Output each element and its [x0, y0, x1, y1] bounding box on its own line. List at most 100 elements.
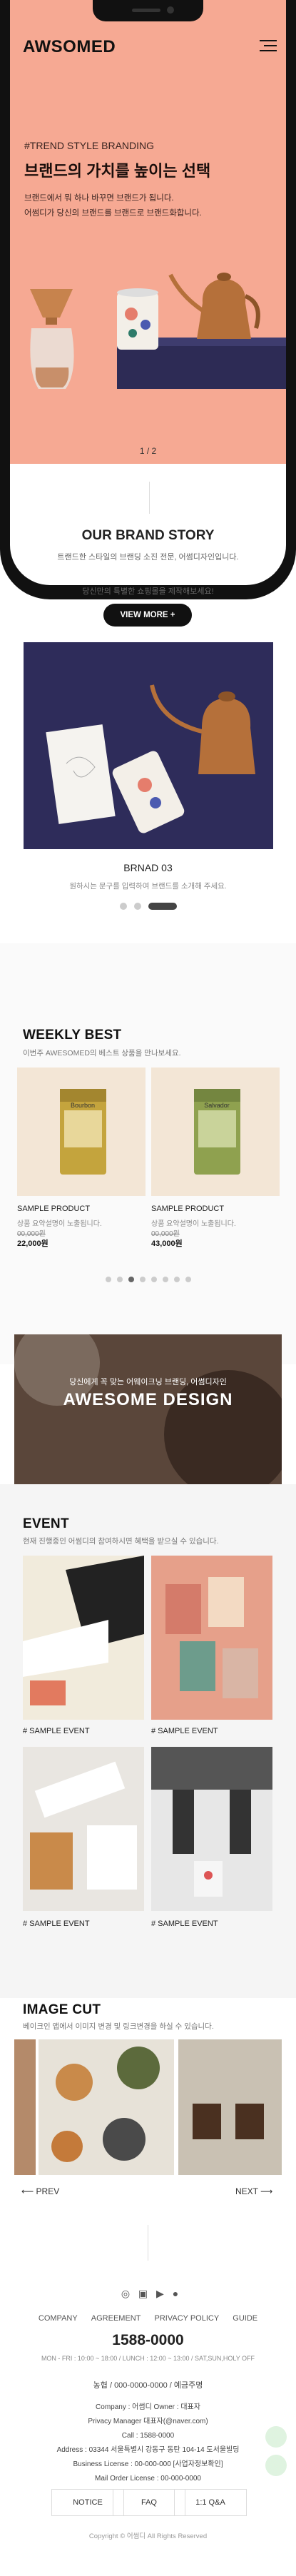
- event-packs-image: [165, 1577, 258, 1698]
- hero-description: 브랜드에서 뭐 하나 바꾸면 브랜드가 됩니다. 어썸디가 당신의 브랜드를 브…: [24, 191, 202, 221]
- qna-button[interactable]: 1:1 Q&A: [174, 2489, 247, 2516]
- dot-active[interactable]: [128, 1277, 134, 1282]
- footer-link-company[interactable]: COMPANY: [39, 2314, 78, 2323]
- gallery-cups-image: [193, 2104, 264, 2139]
- brand-slide-dots[interactable]: [0, 901, 296, 913]
- dot-active[interactable]: [148, 903, 177, 910]
- image-cut-subtitle: 베이크인 앱에서 이미지 변경 및 링크변경을 하실 수 있습니다.: [23, 2022, 214, 2031]
- brand-story-title: OUR BRAND STORY: [81, 528, 215, 543]
- gallery-pastries-image: [51, 2047, 160, 2162]
- view-more-button[interactable]: VIEW MORE +: [103, 604, 192, 627]
- brand-slide-title: BRNAD 03: [123, 862, 173, 873]
- product-price: 43,000원: [151, 1239, 183, 1248]
- banner-subtitle: 당신에게 꼭 맞는 어웨이크닝 브랜딩, 어썸디자인: [69, 1378, 227, 1386]
- product-desc: 상품 요약설명이 노출됩니다.: [151, 1220, 236, 1228]
- product-pkg-label: Salvador: [204, 1102, 230, 1109]
- event-poster-image: [23, 1556, 144, 1705]
- scroll-top-button[interactable]: [265, 2426, 287, 2448]
- product-pkg-label: Bourbon: [71, 1102, 95, 1109]
- product-name[interactable]: SAMPLE PRODUCT: [17, 1205, 90, 1213]
- hero-pager: 1 / 2: [139, 446, 157, 456]
- dot[interactable]: [185, 1277, 191, 1282]
- footer-privacy: Privacy Manager 대표자(@naver.com): [88, 2418, 208, 2425]
- dot[interactable]: [116, 1277, 123, 1282]
- hamburger-menu-icon[interactable]: [260, 40, 277, 51]
- footer-hours: MON - FRI : 10:00 ~ 18:00 / LUNCH : 12:0…: [41, 2355, 255, 2362]
- facebook-icon[interactable]: ▣: [138, 2288, 148, 2299]
- coffee-bag-icon: Salvador: [194, 1089, 240, 1175]
- gallery-prev-link[interactable]: ⟵ PREV: [21, 2186, 59, 2196]
- dot[interactable]: [133, 903, 141, 910]
- gallery-image[interactable]: [14, 2039, 36, 2175]
- social-icons: ◎ ▣ ▶ ●: [103, 2288, 196, 2300]
- hero-title: 브랜드의 가치를 높이는 선택: [24, 162, 211, 180]
- weekly-best-dots[interactable]: [0, 1273, 296, 1286]
- divider: [149, 482, 150, 514]
- banner-title: AWESOME DESIGN: [63, 1390, 233, 1409]
- footer-bank: 농협 / 000-0000-0000 / 예금주명: [93, 2381, 203, 2390]
- arrow-left-icon: ⟵: [21, 2186, 36, 2196]
- copyright: Copyright © 어썸디 All Rights Reserved: [88, 2532, 208, 2540]
- coffee-bag-icon: Bourbon: [60, 1089, 106, 1175]
- footer-phone: 1588-0000: [112, 2332, 184, 2348]
- dot[interactable]: [139, 1277, 146, 1282]
- phone-screen: AWSOMED #TREND STYLE BRANDING 브랜드의 가치를 높…: [10, 0, 286, 585]
- product-image[interactable]: Bourbon: [17, 1068, 146, 1196]
- product-old-price: 00,000원: [151, 1230, 180, 1238]
- event-label[interactable]: # SAMPLE EVENT: [151, 1727, 218, 1735]
- event-coffee-machine-image: [151, 1747, 272, 1897]
- gallery-next-link[interactable]: NEXT ⟶: [235, 2186, 272, 2196]
- product-old-price: 00,000원: [17, 1230, 46, 1238]
- youtube-icon[interactable]: ▶: [156, 2288, 164, 2299]
- weekly-best-subtitle: 이번주 AWESOMED의 베스트 상품을 만나보세요.: [23, 1049, 181, 1058]
- event-image[interactable]: [23, 1556, 144, 1720]
- hero-banner[interactable]: AWSOMED #TREND STYLE BRANDING 브랜드의 가치를 높…: [10, 0, 286, 464]
- event-title: EVENT: [23, 1516, 69, 1531]
- chat-button[interactable]: [265, 2455, 287, 2476]
- hero-desc-line1: 브랜드에서 뭐 하나 바꾸면 브랜드가 됩니다.: [24, 194, 174, 203]
- event-label[interactable]: # SAMPLE EVENT: [23, 1920, 90, 1928]
- event-image[interactable]: [23, 1747, 144, 1911]
- event-label[interactable]: # SAMPLE EVENT: [23, 1727, 90, 1735]
- event-boxes-image: [30, 1761, 137, 1890]
- dot[interactable]: [173, 1277, 180, 1282]
- product-image[interactable]: Salvador: [151, 1068, 280, 1196]
- footer-mail: Mail Order License : 00-000-0000: [95, 2475, 201, 2483]
- footer-link-guide[interactable]: GUIDE: [233, 2314, 257, 2323]
- site-logo[interactable]: AWSOMED: [23, 37, 116, 57]
- footer-menu: COMPANY AGREEMENT PRIVACY POLICY GUIDE: [0, 2314, 296, 2323]
- footer-info: Company : 어썸디 Owner : 대표자 Privacy Manage…: [0, 2400, 296, 2486]
- prev-label: PREV: [36, 2186, 60, 2196]
- brand-slide-image[interactable]: [24, 642, 273, 849]
- footer-link-privacy[interactable]: PRIVACY POLICY: [155, 2314, 220, 2323]
- event-label[interactable]: # SAMPLE EVENT: [151, 1920, 218, 1928]
- phone-frame: AWSOMED #TREND STYLE BRANDING 브랜드의 가치를 높…: [0, 0, 296, 599]
- footer-address: Address : 03344 서울특별시 강동구 동탄 104-14 도서울빌…: [56, 2446, 240, 2454]
- hero-coffee-illustration: [30, 273, 286, 389]
- next-label: NEXT: [235, 2186, 258, 2196]
- hero-tag: #TREND STYLE BRANDING: [24, 140, 155, 151]
- brand-slide-desc: 원하시는 문구를 입력하여 브랜드를 소개해 주세요.: [69, 882, 227, 891]
- product-desc: 상품 요약설명이 노출됩니다.: [17, 1220, 102, 1228]
- footer-link-agreement[interactable]: AGREEMENT: [91, 2314, 141, 2323]
- product-name[interactable]: SAMPLE PRODUCT: [151, 1205, 224, 1213]
- dot[interactable]: [162, 1277, 168, 1282]
- arrow-right-icon: ⟶: [257, 2186, 273, 2196]
- event-image[interactable]: [151, 1747, 272, 1911]
- image-cut-title: IMAGE CUT: [23, 2002, 101, 2017]
- product-price: 22,000원: [17, 1239, 49, 1248]
- gallery-image[interactable]: [178, 2039, 282, 2175]
- event-subtitle: 현재 진행중인 어썸디의 참여하시면 혜택을 받으실 수 있습니다.: [23, 1537, 219, 1546]
- instagram-icon[interactable]: ◎: [121, 2288, 130, 2299]
- hero-desc-line2: 어썸디가 당신의 브랜드를 브랜드로 브랜드화합니다.: [24, 209, 202, 218]
- dot[interactable]: [119, 903, 127, 910]
- event-image[interactable]: [151, 1556, 272, 1720]
- phone-notch: [93, 0, 203, 21]
- dot[interactable]: [105, 1277, 111, 1282]
- kakaotalk-icon[interactable]: ●: [173, 2288, 178, 2299]
- brand-story-line1: 트랜드한 스타일의 브랜딩 소진 전문, 어썸디자인입니다.: [57, 553, 239, 562]
- gallery-image[interactable]: [39, 2039, 174, 2175]
- dot[interactable]: [150, 1277, 157, 1282]
- footer-license[interactable]: Business License : 00-000-000 [사업자정보확인]: [0, 2458, 296, 2472]
- awesome-design-banner[interactable]: 당신에게 꼭 맞는 어웨이크닝 브랜딩, 어썸디자인 AWESOME DESIG…: [14, 1334, 282, 1484]
